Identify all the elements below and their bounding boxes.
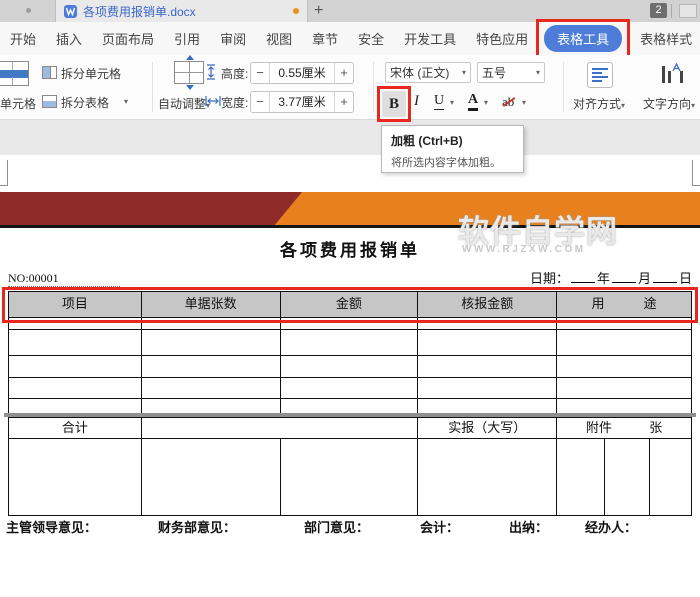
table-tools-toolbar: 单元格 拆分单元格 拆分表格 ▾ 自动调整▾ 高度: − 0.55厘米 + 宽度… [0,55,700,122]
height-value[interactable]: 0.55厘米 [269,63,335,83]
signature-department: 部门意见： [304,520,370,535]
menu-item-table-tools[interactable]: 表格工具 [544,25,623,52]
height-increment-button[interactable]: + [335,63,353,83]
font-color-button[interactable]: A [468,92,479,111]
tab-bar: 各项费用报销单.docx + 2 [0,0,700,22]
menu-item-insert[interactable]: 插入 [56,29,82,48]
tooltip-title: 加粗 (Ctrl+B) [391,134,463,148]
text-direction-icon[interactable] [660,62,684,88]
width-decrement-button[interactable]: − [251,92,269,112]
width-value[interactable]: 3.77厘米 [269,92,335,112]
sheet-label: 张 [649,419,663,435]
table-row[interactable] [8,355,692,378]
alignment-button[interactable]: 对齐方式▾ [573,95,625,112]
ribbon-menu-bar: 开始 插入 页面布局 引用 审阅 视图 章节 安全 开发工具 特色应用 表格工具… [0,19,700,60]
date-label: 日期： [529,271,569,286]
new-tab-button[interactable]: + [314,0,323,22]
table-row[interactable] [8,377,692,399]
menu-item-page-layout[interactable]: 页面布局 [102,29,154,48]
window-separator [671,4,672,18]
menu-item-view[interactable]: 视图 [266,29,292,48]
row-height-stepper: − 0.55厘米 + [250,62,354,84]
font-color-dropdown-icon[interactable]: ▾ [484,98,488,107]
menu-item-section[interactable]: 章节 [312,29,338,48]
actual-amount-cell: 实报（大写） [417,417,558,439]
app-window: 各项费用报销单.docx + 2 开始 插入 页面布局 引用 审阅 视图 章节 … [0,0,700,597]
menu-item-start[interactable]: 开始 [10,29,36,48]
date-year-label: 年 [596,271,610,286]
tooltip-description: 将所选内容字体加粗。 [391,157,501,169]
underline-button[interactable]: U [434,93,445,110]
document-tab[interactable]: 各项费用报销单.docx [55,0,308,22]
font-name-select[interactable]: 宋体 (正文) ▾ [385,62,471,83]
menu-item-references[interactable]: 引用 [174,29,200,48]
split-table-icon [42,95,57,108]
row-height-label: 高度: [221,67,249,81]
header-band-maroon [0,192,302,225]
date-month-blank [611,270,636,283]
toolbar-separator [563,62,564,112]
serial-number: NO:00001 [8,271,59,285]
signature-cashier: 出纳： [509,520,549,535]
text-direction-button[interactable]: 文字方向▾ [643,95,695,112]
split-cells-button[interactable]: 拆分单元格 [61,65,121,82]
notification-badge[interactable]: 2 [650,3,667,18]
window-control-partial[interactable] [679,4,697,18]
total-label-cell: 合计 [8,417,142,439]
signature-handler: 经办人： [585,520,638,535]
merge-cells-icon[interactable] [0,61,29,86]
document-tab-title: 各项费用报销单.docx [83,4,196,19]
italic-button[interactable]: I [414,93,419,110]
date-month-label: 月 [637,271,651,286]
menu-item-table-tools-wrap: 表格工具 [536,19,631,60]
alignment-icon[interactable] [587,62,613,88]
menu-item-security[interactable]: 安全 [358,29,384,48]
menu-item-table-style[interactable]: 表格样式 [640,29,692,48]
date-line: 日期： 年 月 日 [530,268,692,287]
height-decrement-button[interactable]: − [251,63,269,83]
split-cells-icon [42,66,57,79]
modified-dot-icon [293,8,299,14]
menu-item-special-features[interactable]: 特色应用 [476,29,528,48]
menu-item-review[interactable]: 审阅 [220,29,246,48]
col-width-stepper: − 3.77厘米 + [250,91,354,113]
expense-form-table[interactable]: 项目 单据张数 金额 核报金额 用 途 合计 实报（大写） 附件 张 [8,291,693,516]
signature-supervisor: 主管领导意见： [6,520,98,535]
margin-crop-mark-left [0,160,8,186]
merge-cells-button[interactable]: 单元格 [0,95,36,112]
total-value-cell[interactable] [140,417,419,439]
autofit-icon [174,55,204,90]
signature-accountant: 会计： [420,520,460,535]
tab-stub-dot [26,8,31,13]
underline-dropdown-icon[interactable]: ▾ [450,98,454,107]
attachment-label: 附件 [585,419,612,435]
date-year-blank [570,270,595,283]
table-section-divider [4,413,696,417]
bold-highlight-box [377,86,411,122]
menu-item-dev-tools[interactable]: 开发工具 [404,29,456,48]
signature-finance: 财务部意见： [158,520,237,535]
margin-crop-mark-right [692,160,700,186]
header-row-highlight-box [2,287,698,323]
row-height-icon [205,64,217,83]
toolbar-separator [152,62,153,112]
split-table-button[interactable]: 拆分表格 [61,94,109,111]
bold-tooltip: 加粗 (Ctrl+B) 将所选内容字体加粗。 [381,125,524,173]
highlight-dropdown-icon[interactable]: ▾ [522,98,526,107]
attachment-cell: 附件 张 [556,417,692,439]
total-row[interactable]: 合计 实报（大写） 附件 张 [8,417,692,439]
form-title: 各项费用报销单 [280,241,420,260]
split-table-dropdown-icon[interactable]: ▾ [124,97,128,106]
date-day-label: 日 [678,271,692,286]
date-day-blank [652,270,677,283]
toolbar-separator [373,62,374,112]
writer-doc-icon [64,4,77,18]
width-increment-button[interactable]: + [335,92,353,112]
table-row[interactable] [8,438,693,516]
col-width-icon [205,94,221,111]
col-width-label: 宽度: [221,96,249,110]
table-row[interactable] [8,329,692,356]
font-size-select[interactable]: 五号 ▾ [477,62,545,83]
